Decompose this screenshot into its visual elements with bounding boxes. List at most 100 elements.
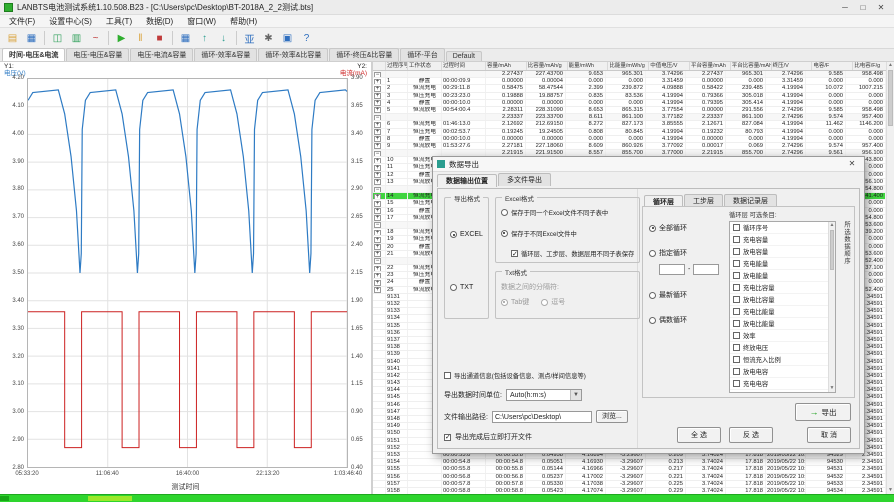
export-data-icon[interactable]: ↑ xyxy=(196,30,213,47)
format-excel-radio[interactable]: EXCEL xyxy=(450,231,483,238)
cycle-option-radio[interactable]: 全部循环 xyxy=(649,223,723,233)
channel-list-icon[interactable]: ▥ xyxy=(68,30,85,47)
view-tab[interactable]: 循环-终压&比容量 xyxy=(329,48,399,61)
column-header[interactable]: 工作状态 xyxy=(408,62,442,70)
cancel-button[interactable]: 取 消 xyxy=(807,427,851,443)
row-expander[interactable]: + xyxy=(374,194,381,200)
list-item[interactable]: 充电比容量 xyxy=(730,282,835,294)
txt-tab-radio[interactable]: Tab键 xyxy=(501,297,529,307)
view-tab[interactable]: Default xyxy=(446,51,482,61)
table-row[interactable]: +4静置00:00:10.00.000000.000000.0000.0004.… xyxy=(373,100,886,107)
row-expander[interactable]: + xyxy=(374,158,381,164)
list-item[interactable]: 放电比能量 xyxy=(730,318,835,330)
row-expander[interactable]: + xyxy=(374,136,381,142)
stop-test-icon[interactable]: ■ xyxy=(151,30,168,47)
scrollbar-thumb[interactable] xyxy=(888,70,893,126)
scrollbar-thumb[interactable] xyxy=(830,230,834,270)
row-expander[interactable]: + xyxy=(374,129,381,135)
row-expander[interactable]: + xyxy=(374,208,381,214)
row-expander[interactable]: + xyxy=(374,86,381,92)
table-row[interactable]: +1静置00:00:09.90.000000.000040.0000.0003.… xyxy=(373,78,886,85)
table-row[interactable]: +5恒流放电00:54:00.42.28311228.310908.653865… xyxy=(373,107,886,114)
dialog-close-icon[interactable]: ✕ xyxy=(844,158,860,170)
list-item[interactable]: 充电电容 xyxy=(730,378,835,390)
row-expander[interactable]: + xyxy=(374,79,381,85)
settings-icon[interactable]: ✱ xyxy=(260,30,277,47)
row-expander[interactable]: + xyxy=(374,100,381,106)
open-after-export-checkbox[interactable]: 导出完成后立即打开文件 xyxy=(444,432,631,442)
title-bar[interactable]: LANBTS电池测试系统1.10.508.B23 - [C:\Users\pc\… xyxy=(0,0,894,15)
list-scrollbar[interactable]: ▲ ▼ xyxy=(828,222,835,392)
row-expander[interactable]: + xyxy=(374,280,381,286)
table-row[interactable]: +3恒压充电00:23:23.00.1988819.887570.83583.5… xyxy=(373,93,886,100)
view-tab[interactable]: 循环-效率&比容量 xyxy=(258,48,328,61)
list-item[interactable]: 效率 xyxy=(730,330,835,342)
row-expander[interactable]: + xyxy=(374,179,381,185)
column-header[interactable]: 终压/V xyxy=(772,62,813,70)
table-row[interactable]: 915400:00:54.800:00:54.80.050514.16930-3… xyxy=(373,459,886,466)
view-tab[interactable]: 循环-平台 xyxy=(400,48,444,61)
row-expander[interactable]: − xyxy=(374,258,381,264)
scroll-down-icon[interactable]: ▼ xyxy=(829,385,835,392)
row-expander[interactable]: + xyxy=(374,172,381,178)
realtime-curve-icon[interactable]: ~ xyxy=(87,30,104,47)
table-row[interactable]: +9恒流放电01:53:27.62.27181227.180608.609860… xyxy=(373,143,886,150)
row-expander[interactable]: − xyxy=(374,151,381,157)
column-header[interactable]: 过程序号 xyxy=(386,62,408,70)
pause-test-icon[interactable]: ‖ xyxy=(132,30,149,47)
table-row[interactable]: 915700:00:57.800:00:57.80.053304.17038-3… xyxy=(373,481,886,488)
row-expander[interactable]: + xyxy=(374,266,381,272)
minimize-button[interactable]: ─ xyxy=(836,1,854,14)
export-button[interactable]: → 导出 xyxy=(795,403,851,421)
import-data-icon[interactable]: ↓ xyxy=(215,30,232,47)
help-icon[interactable]: ? xyxy=(298,30,315,47)
export-channel-info-checkbox[interactable]: 导出通道信息(包括设备信息、测点/样间信息等) xyxy=(444,371,631,380)
menu-item[interactable]: 数据(D) xyxy=(139,15,180,28)
row-expander[interactable]: + xyxy=(374,251,381,257)
column-header[interactable]: 比能量/mWh/g xyxy=(608,62,649,70)
row-expander[interactable]: + xyxy=(374,107,381,113)
column-header[interactable]: 过程时间 xyxy=(442,62,486,70)
column-header[interactable]: 容量/mAh xyxy=(486,62,527,70)
table-vertical-scrollbar[interactable]: ▲ ▼ xyxy=(886,62,894,494)
table-row[interactable]: −2.23337223.337008.611861.1003.771822.23… xyxy=(373,114,886,121)
view-tab[interactable]: 时间-电压&电流 xyxy=(2,48,65,61)
row-expander[interactable]: + xyxy=(374,215,381,221)
column-header[interactable]: 平台比容量/mAh/g xyxy=(731,62,772,70)
row-expander[interactable]: − xyxy=(374,72,381,78)
close-button[interactable]: ✕ xyxy=(872,1,890,14)
select-all-button[interactable]: 全 选 xyxy=(677,427,721,443)
table-row[interactable]: +6恒流充电01:46:13.02.12692212.691508.272827… xyxy=(373,121,886,128)
view-tab[interactable]: 电压-电流&容量 xyxy=(130,48,193,61)
list-item[interactable]: 恒流充入比例 xyxy=(730,354,835,366)
menu-item[interactable]: 窗口(W) xyxy=(180,15,223,28)
list-item[interactable]: 循环序号 xyxy=(730,222,835,234)
time-unit-select[interactable]: Auto(h:m:s) ▼ xyxy=(506,389,582,401)
row-expander[interactable]: + xyxy=(374,287,381,293)
menu-item[interactable]: 设置中心(S) xyxy=(42,15,99,28)
table-row[interactable]: 915600:00:56.800:00:56.80.052374.17002-3… xyxy=(373,474,886,481)
excel-subsheet-checkbox[interactable]: 循环层、工步层、数据层用不同子表保存 xyxy=(511,249,634,258)
column-header[interactable]: 中值电压/V xyxy=(649,62,690,70)
scroll-up-icon[interactable]: ▲ xyxy=(887,62,894,69)
row-expander[interactable]: + xyxy=(374,93,381,99)
format-txt-radio[interactable]: TXT xyxy=(450,284,483,291)
row-expander[interactable]: − xyxy=(374,115,381,121)
dialog-tab[interactable]: 多文件导出 xyxy=(498,173,551,186)
column-header[interactable]: 能量/mWh xyxy=(568,62,609,70)
row-expander[interactable]: + xyxy=(374,273,381,279)
device-manager-icon[interactable]: ◫ xyxy=(49,30,66,47)
row-expander[interactable]: + xyxy=(374,237,381,243)
browse-button[interactable]: 浏览... xyxy=(596,410,628,423)
scroll-up-icon[interactable]: ▲ xyxy=(829,222,835,229)
column-header[interactable]: 比容量/mAh/g xyxy=(527,62,568,70)
column-header[interactable]: 平台容量/mAh xyxy=(690,62,731,70)
row-expander[interactable]: + xyxy=(374,165,381,171)
cycle-option-radio[interactable]: 最新循环 xyxy=(649,290,723,300)
table-row[interactable]: 915500:00:55.800:00:55.80.051444.16966-3… xyxy=(373,466,886,473)
column-header[interactable]: 电容/F xyxy=(812,62,853,70)
row-expander[interactable]: + xyxy=(374,143,381,149)
cycle-option-radio[interactable]: 指定循环 xyxy=(649,248,723,258)
list-item[interactable]: 放电电容 xyxy=(730,366,835,378)
list-item[interactable]: 放电能量 xyxy=(730,270,835,282)
